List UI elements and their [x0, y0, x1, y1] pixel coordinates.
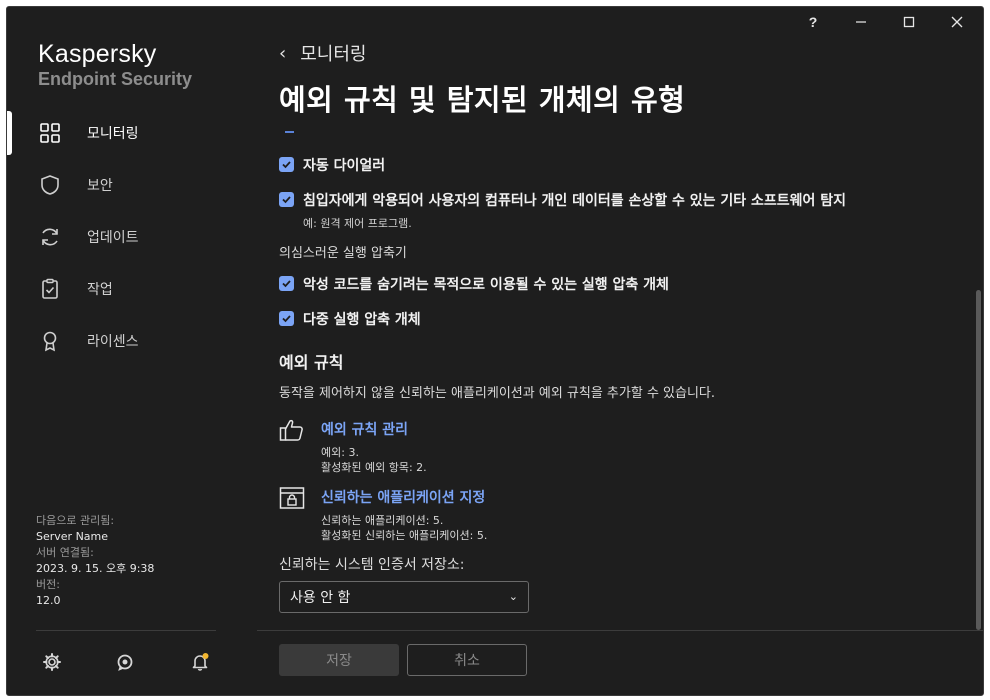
checkbox-label: 침입자에게 악용되어 사용자의 컴퓨터나 개인 데이터를 손상할 수 있는 기타…: [303, 193, 847, 209]
checkmark-icon: [282, 280, 291, 288]
checkbox-checked[interactable]: [279, 276, 294, 291]
save-button[interactable]: 저장: [279, 644, 399, 676]
active-indicator: [7, 111, 12, 155]
checkmark-icon: [282, 161, 291, 169]
checkbox-label: 자동 다이얼러: [303, 158, 386, 174]
page-title: 예외 규칙 및 탐지된 개체의 유형: [279, 83, 686, 117]
checkbox-other-software[interactable]: 침입자에게 악용되어 사용자의 컴퓨터나 개인 데이터를 손상할 수 있는 기타…: [279, 190, 846, 231]
cert-store-label: 신뢰하는 시스템 인증서 저장소:: [279, 557, 465, 573]
scrollbar[interactable]: [976, 290, 981, 630]
active-trusted-apps-count: 활성화된 신뢰하는 애플리케이션: 5.: [321, 529, 488, 542]
cert-store-select[interactable]: 사용 안 함 ⌄: [279, 581, 529, 613]
checkbox-label: 다중 실행 압축 개체: [303, 312, 421, 328]
bell-icon: [192, 653, 209, 671]
sidebar-nav: 모니터링 보안 업데이트 작업 라이센스: [7, 107, 257, 367]
cancel-button[interactable]: 취소: [407, 644, 527, 676]
managed-by-value: Server Name: [36, 530, 109, 543]
checkbox-checked[interactable]: [279, 157, 294, 172]
connection-label: 서버 연결됨:: [36, 546, 94, 559]
settings-content: 자동 다이얼러 침입자에게 악용되어 사용자의 컴퓨터나 개인 데이터를 손상할…: [257, 125, 983, 630]
sidebar-item-license[interactable]: 라이센스: [7, 315, 257, 367]
sidebar-item-label: 보안: [87, 178, 113, 194]
thumbs-up-icon: [279, 419, 303, 441]
app-window: ? Kaspersky Endpoint Security 모니터링 보안 업데…: [6, 6, 984, 696]
sidebar-item-monitoring[interactable]: 모니터링: [7, 107, 257, 159]
version-label: 버전:: [36, 578, 60, 591]
sidebar-item-update[interactable]: 업데이트: [7, 211, 257, 263]
sidebar-item-security[interactable]: 보안: [7, 159, 257, 211]
management-info: 다음으로 관리됨: Server Name 서버 연결됨: 2023. 9. 1…: [36, 513, 154, 609]
sidebar-item-label: 업데이트: [87, 230, 139, 246]
checkbox-packed-objects[interactable]: 악성 코드를 숨기려는 목적으로 이용될 수 있는 실행 압축 개체: [279, 274, 669, 294]
sidebar-item-label: 라이센스: [87, 334, 139, 350]
sidebar-item-label: 모니터링: [87, 126, 139, 142]
sidebar-divider: [36, 630, 216, 631]
exclusions-count: 예외: 3.: [321, 446, 359, 459]
footer-divider: [257, 630, 983, 631]
brand-name: Kaspersky: [38, 40, 157, 68]
dashboard-icon: [39, 122, 61, 144]
managed-by-label: 다음으로 관리됨:: [36, 514, 115, 527]
version-value: 12.0: [36, 594, 61, 607]
back-label: 모니터링: [300, 44, 367, 65]
manage-exclusions-link[interactable]: 예외 규칙 관리: [321, 419, 427, 439]
award-icon: [39, 330, 61, 352]
exclusions-description: 동작을 제어하지 않을 신뢰하는 애플리케이션과 예외 규칙을 추가할 수 있습…: [279, 386, 716, 401]
back-link[interactable]: ‹ 모니터링: [279, 40, 366, 66]
sidebar-item-tasks[interactable]: 작업: [7, 263, 257, 315]
support-icon: [117, 654, 133, 671]
trusted-apps-count: 신뢰하는 애플리케이션: 5.: [321, 514, 444, 527]
support-button[interactable]: [113, 650, 137, 674]
sidebar: Kaspersky Endpoint Security 모니터링 보안 업데이트…: [7, 7, 257, 695]
trusted-app-icon: [279, 487, 305, 509]
manage-exclusions-block: 예외 규칙 관리 예외: 3. 활성화된 예외 항목: 2.: [279, 419, 427, 475]
exclusions-title: 예외 규칙: [279, 353, 344, 372]
checkmark-icon: [282, 196, 291, 204]
packers-heading: 의심스러운 실행 압축기: [279, 246, 407, 261]
main-panel: ‹ 모니터링 예외 규칙 및 탐지된 개체의 유형 자동 다이얼러 침입자에게 …: [257, 7, 983, 695]
chevron-down-icon: ⌄: [508, 590, 518, 603]
active-exclusions-count: 활성화된 예외 항목: 2.: [321, 461, 427, 474]
checkbox-description: 예: 원격 제어 프로그램.: [303, 217, 412, 230]
gear-icon: [43, 653, 61, 671]
sidebar-item-label: 작업: [87, 282, 113, 298]
checkbox-auto-dialers[interactable]: 자동 다이얼러: [279, 155, 385, 175]
settings-button[interactable]: [40, 650, 64, 674]
checkbox-checked[interactable]: [279, 192, 294, 207]
shield-icon: [39, 174, 61, 196]
chevron-left-icon: ‹: [279, 42, 287, 64]
clipboard-check-icon: [39, 278, 61, 300]
cert-store-value: 사용 안 함: [290, 590, 351, 606]
checkmark-icon: [282, 315, 291, 323]
scroll-fade-marker: [285, 131, 294, 133]
connection-value: 2023. 9. 15. 오후 9:38: [36, 562, 155, 575]
refresh-icon: [39, 226, 61, 248]
notifications-button[interactable]: [188, 650, 212, 674]
checkbox-label: 악성 코드를 숨기려는 목적으로 이용될 수 있는 실행 압축 개체: [303, 277, 669, 293]
trusted-apps-link[interactable]: 신뢰하는 애플리케이션 지정: [321, 487, 487, 507]
trusted-apps-block: 신뢰하는 애플리케이션 지정 신뢰하는 애플리케이션: 5. 활성화된 신뢰하는…: [279, 487, 487, 543]
brand-product: Endpoint Security: [38, 69, 193, 89]
checkbox-checked[interactable]: [279, 311, 294, 326]
sidebar-bottom-toolbar: [7, 647, 257, 677]
checkbox-multi-packed[interactable]: 다중 실행 압축 개체: [279, 309, 421, 329]
